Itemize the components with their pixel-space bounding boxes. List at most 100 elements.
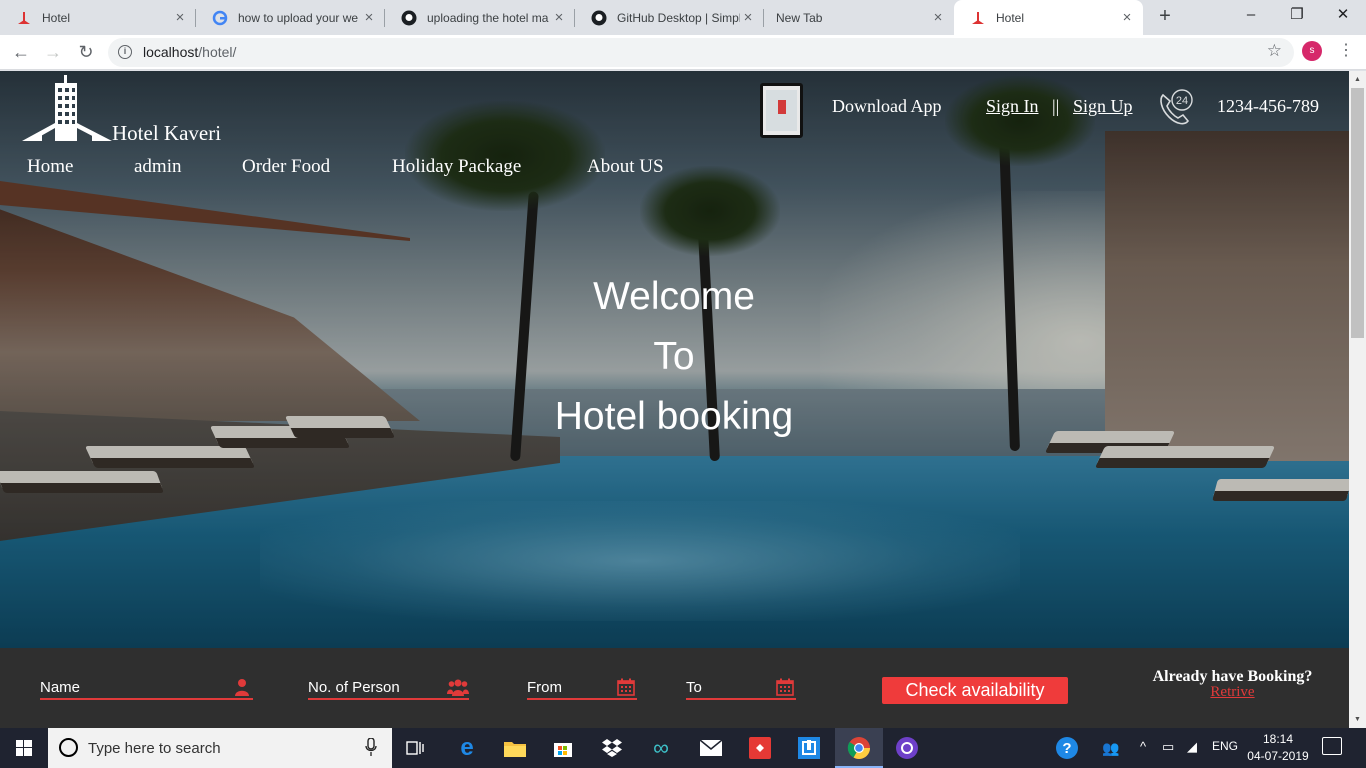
windows-taskbar: Type here to search e ∞ ? 👥 ^ ▭ ◢ ENG 18… [0, 728, 1366, 768]
calendar-icon[interactable] [617, 678, 635, 696]
phone-screen [766, 90, 797, 131]
tab-github-desktop[interactable]: GitHub Desktop | Simpl × [575, 0, 764, 35]
welcome-line: To [653, 335, 695, 378]
url-path: /hotel/ [198, 44, 237, 60]
windows-start-icon[interactable] [0, 728, 48, 768]
scroll-down-arrow-icon[interactable]: ▼ [1349, 711, 1366, 728]
new-tab-button[interactable]: + [1153, 5, 1177, 29]
tab-title: Hotel [996, 10, 1025, 25]
close-tab-icon[interactable]: × [740, 9, 756, 26]
tab-github-1[interactable]: uploading the hotel ma × [385, 0, 575, 35]
url-host: localhost [143, 44, 199, 60]
close-tab-icon[interactable]: × [1119, 9, 1135, 26]
tab-new-tab[interactable]: New Tab × [764, 0, 954, 35]
nav-admin[interactable]: admin [134, 156, 182, 178]
from-label: From [527, 679, 562, 696]
close-tab-icon[interactable]: × [361, 9, 377, 26]
file-explorer-icon[interactable] [499, 732, 531, 764]
close-tab-icon[interactable]: × [172, 9, 188, 26]
dropbox-icon[interactable] [596, 732, 628, 764]
url-text: localhost/hotel/ [143, 44, 236, 60]
user-icon [233, 678, 251, 696]
close-tab-icon[interactable]: × [551, 9, 567, 26]
network-icon[interactable]: ▭ [1162, 739, 1174, 755]
from-date-field[interactable]: From [527, 678, 637, 700]
phone-number: 1234-456-789 [1217, 96, 1319, 116]
bookmark-star-icon[interactable]: ☆ [1267, 41, 1282, 61]
welcome-line: Welcome [593, 275, 755, 318]
brand-name[interactable]: Hotel Kaveri [112, 121, 221, 146]
persons-field[interactable]: No. of Person [308, 679, 469, 700]
edge-browser-icon[interactable]: e [451, 732, 483, 764]
chrome-menu-icon[interactable]: ⋮ [1336, 40, 1356, 62]
calendar-icon[interactable] [776, 678, 794, 696]
booking-bar: Name No. of Person From To Check availab… [0, 648, 1349, 728]
search-placeholder: Type here to search [88, 740, 221, 757]
notifications-icon[interactable] [1322, 737, 1342, 755]
check-availability-button[interactable]: Check availability [882, 677, 1068, 704]
sign-in-link[interactable]: Sign In [986, 96, 1039, 117]
close-window-icon[interactable]: ✕ [1320, 0, 1366, 32]
mail-icon[interactable] [695, 732, 727, 764]
to-label: To [686, 679, 702, 696]
call-badge-text: 24 [1176, 95, 1188, 107]
hotel-logo-icon[interactable] [22, 73, 112, 143]
vertical-scrollbar[interactable]: ▲ ▼ [1349, 71, 1366, 728]
language-indicator[interactable]: ENG [1212, 739, 1238, 753]
tab-title: uploading the hotel ma [427, 10, 549, 25]
microphone-icon[interactable] [365, 737, 377, 757]
google-favicon-icon [212, 10, 228, 26]
nav-about-us[interactable]: About US [587, 156, 664, 178]
info-icon[interactable]: i [118, 45, 132, 59]
download-app-link[interactable]: Download App [832, 96, 942, 117]
mobile-app-icon[interactable] [760, 83, 803, 138]
nav-home[interactable]: Home [27, 156, 73, 178]
help-icon[interactable]: ? [1051, 732, 1083, 764]
address-bar[interactable]: i localhost/hotel/ ☆ [108, 38, 1294, 67]
restore-icon[interactable]: ❐ [1274, 0, 1320, 32]
tab-hotel-1[interactable]: Hotel × [0, 0, 196, 35]
svg-text:?: ? [1062, 740, 1071, 757]
clock-date: 04-07-2019 [1247, 749, 1309, 763]
close-tab-icon[interactable]: × [930, 9, 946, 26]
forward-arrow-icon[interactable]: → [41, 40, 65, 64]
nav-holiday-package[interactable]: Holiday Package [392, 156, 521, 178]
retrive-link[interactable]: Retrive [1120, 684, 1345, 701]
task-view-icon[interactable] [400, 732, 432, 764]
phone-24-icon: 24 [1155, 87, 1195, 127]
welcome-line: Hotel booking [554, 395, 794, 438]
people-icon[interactable]: 👥 [1095, 732, 1127, 764]
tab-title: GitHub Desktop | Simpl [617, 10, 740, 25]
arduino-icon[interactable]: ∞ [645, 732, 677, 764]
hotel-favicon-icon [16, 10, 32, 26]
scrollbar-thumb[interactable] [1351, 88, 1364, 338]
to-date-field[interactable]: To [686, 678, 796, 700]
page-viewport: Hotel Kaveri Home admin Order Food Holid… [0, 71, 1349, 728]
browser-toolbar: ← → ↻ i localhost/hotel/ ☆ [0, 35, 1366, 70]
users-group-icon [447, 678, 469, 696]
store-icon[interactable] [547, 732, 579, 764]
github-favicon-icon [401, 10, 417, 26]
minimize-icon[interactable]: – [1228, 0, 1274, 32]
taskbar-search[interactable]: Type here to search [48, 728, 392, 768]
chevron-up-icon[interactable]: ^ [1140, 739, 1146, 754]
welcome-heading: Welcome To Hotel booking [474, 273, 874, 453]
app-frame-icon[interactable] [793, 732, 825, 764]
profile-avatar[interactable]: s [1302, 41, 1322, 61]
system-clock[interactable]: 18:14 04-07-2019 [1246, 731, 1310, 765]
sign-up-link[interactable]: Sign Up [1073, 96, 1133, 117]
tab-title: how to upload your we [238, 10, 359, 25]
name-field[interactable]: Name [40, 679, 253, 700]
tab-hotel-active[interactable]: Hotel × [954, 0, 1143, 35]
chrome-icon[interactable] [843, 732, 875, 764]
git-client-icon[interactable] [744, 732, 776, 764]
persons-label: No. of Person [308, 679, 400, 696]
reload-icon[interactable]: ↻ [74, 40, 98, 64]
back-arrow-icon[interactable]: ← [9, 40, 33, 64]
tab-google-search[interactable]: how to upload your we × [196, 0, 385, 35]
volume-icon[interactable]: ◢ [1187, 739, 1197, 755]
nav-order-food[interactable]: Order Food [242, 156, 330, 178]
github-favicon-icon [591, 10, 607, 26]
scroll-up-arrow-icon[interactable]: ▲ [1349, 71, 1366, 88]
github-desktop-icon[interactable] [891, 732, 923, 764]
